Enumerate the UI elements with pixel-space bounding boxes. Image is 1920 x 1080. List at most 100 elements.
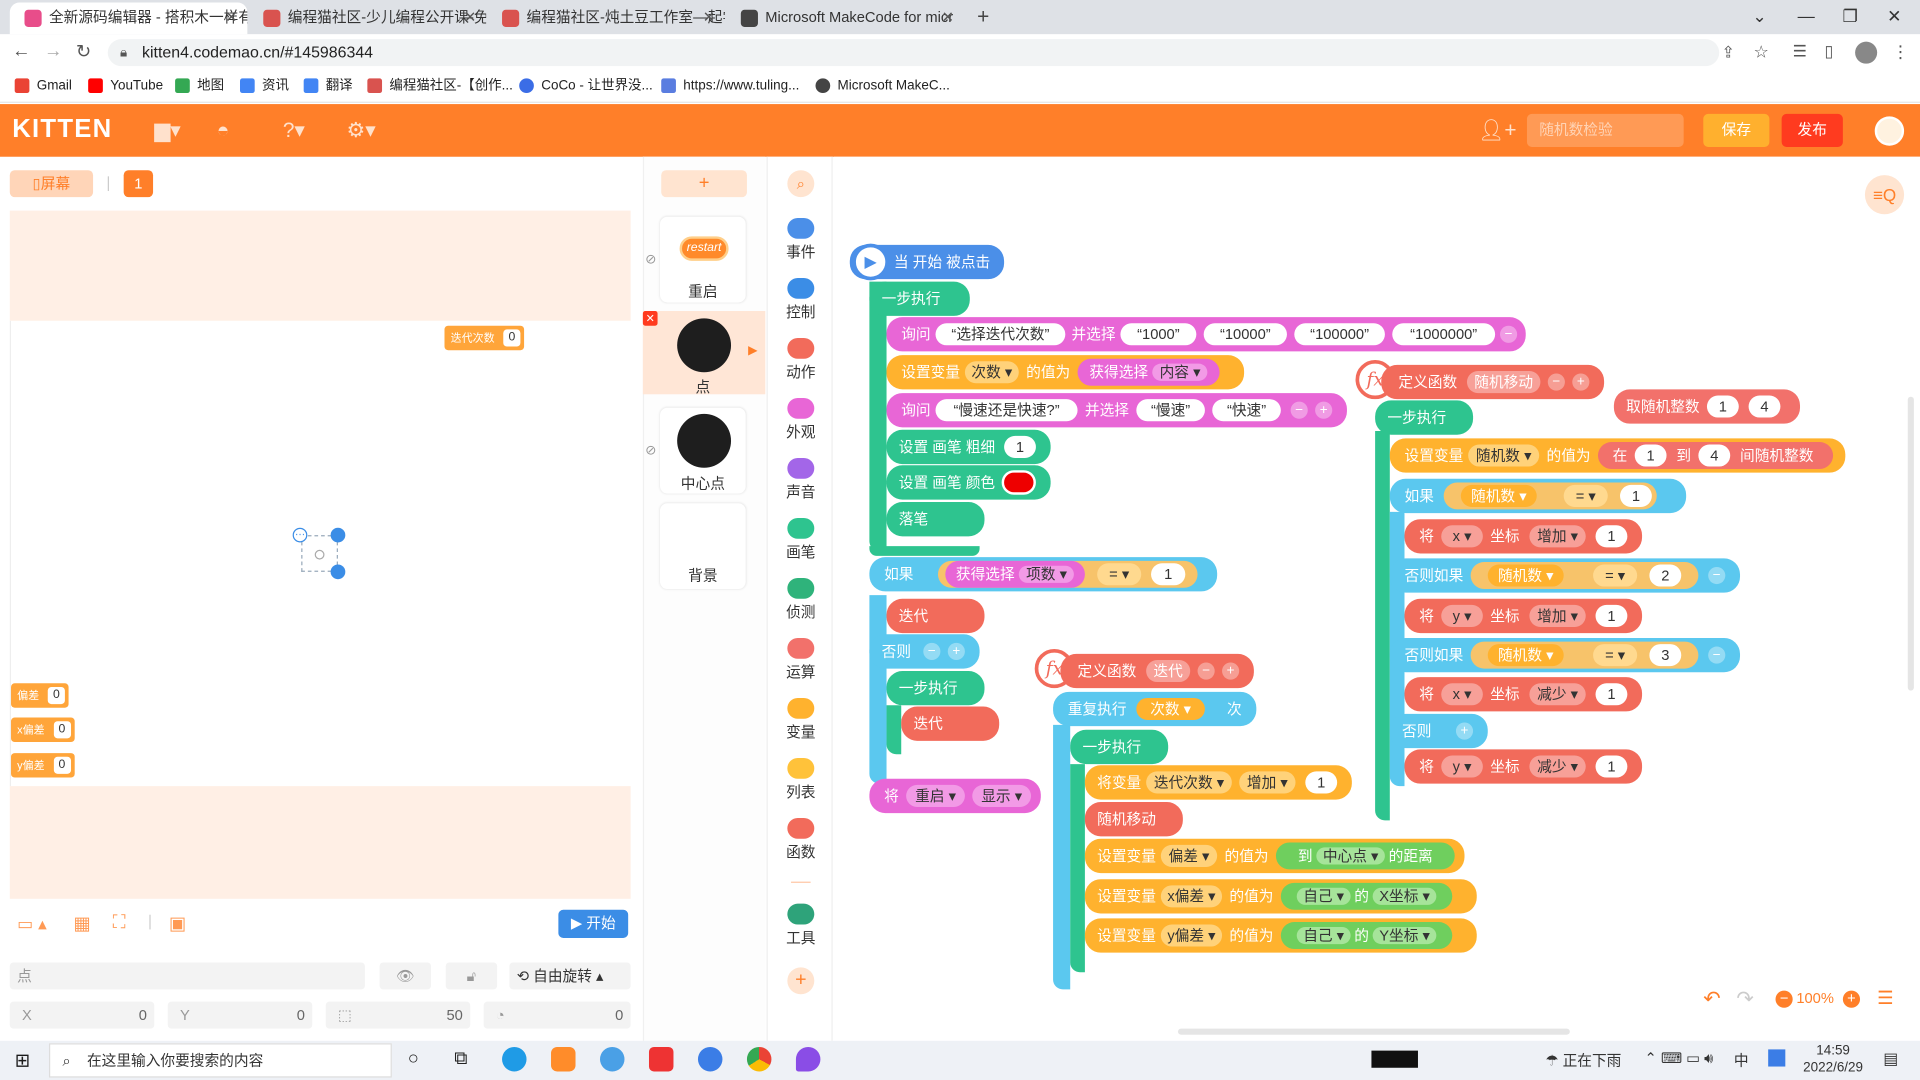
color-swatch[interactable] [1001, 470, 1036, 495]
add-branch-icon[interactable]: + [1455, 722, 1474, 740]
value-input[interactable]: 1 [1595, 525, 1628, 548]
min-input[interactable]: 1 [1634, 444, 1667, 467]
operation-dropdown[interactable]: 增加 ▾ [1529, 525, 1586, 548]
app-icon[interactable] [648, 1046, 674, 1072]
close-tab-icon[interactable]: ✕ [464, 2, 476, 31]
restore-button[interactable]: ❐ [1829, 0, 1871, 34]
bookmark-makecode[interactable]: Microsoft MakeC... [815, 76, 950, 96]
browser-tab[interactable]: Microsoft MakeCode for micr ✕ [726, 2, 964, 34]
bookmark-star-icon[interactable]: ☆ [1753, 42, 1768, 63]
browser-tab[interactable]: 编程猫社区-炖土豆工作室—起学 ✕ [487, 2, 725, 34]
else-block[interactable]: 否则 + [1389, 713, 1488, 749]
settings-gear-icon[interactable]: ⚙▾ [347, 119, 376, 143]
browser-tab[interactable]: 编程猫社区-少儿编程公开课-免费 ✕ [249, 2, 486, 34]
value-input[interactable]: 2 [1649, 564, 1682, 587]
remove-option-icon[interactable]: − [1290, 401, 1308, 419]
set-variable-block[interactable]: 设置变量 随机数 ▾ 的值为 在 1 到 4 间随机整数 [1389, 438, 1846, 473]
sprite-dropdown[interactable]: 自己 ▾ [1297, 926, 1351, 945]
property-dropdown[interactable]: Y坐标 ▾ [1373, 926, 1436, 945]
axis-dropdown[interactable]: y ▾ [1441, 755, 1483, 778]
chrome-app-icon[interactable] [746, 1046, 772, 1072]
edge-app-icon[interactable] [502, 1046, 527, 1072]
remove-branch-icon[interactable]: − [923, 642, 941, 661]
define-function-random-move-block[interactable]: 定义函数 随机移动 − + [1381, 364, 1605, 400]
repeat-block[interactable]: 重复执行 次数 ▾ 次 [1053, 691, 1257, 727]
start-button[interactable]: ▶ 开始 [558, 909, 629, 938]
visibility-dropdown[interactable]: 显示 ▾ [972, 784, 1032, 807]
undo-icon[interactable]: ↶ [1703, 987, 1720, 1011]
remove-param-icon[interactable]: − [1547, 373, 1565, 391]
reload-icon[interactable]: ↻ [76, 40, 91, 63]
project-name-input[interactable]: 随机数检验 [1526, 113, 1684, 147]
fullscreen-icon[interactable]: ⛶ [113, 912, 126, 933]
value-input[interactable]: 1 [1595, 683, 1628, 706]
sprite-name-input[interactable]: 点 [9, 962, 365, 990]
sprite-dropdown[interactable]: 重启 ▾ [906, 784, 965, 807]
bookmark-tuling[interactable]: https://www.tuling... [661, 76, 799, 96]
sprite-property-block[interactable]: 自己 ▾ 的 Y坐标 ▾ [1280, 922, 1453, 949]
browser-tab[interactable]: 全新源码编辑器 - 搭积木一样有趣 ✕ [9, 2, 248, 35]
axis-dropdown[interactable]: x ▾ [1441, 683, 1483, 706]
notification-icon[interactable]: ▤ [1883, 1049, 1898, 1069]
x-position-field[interactable]: X0 [9, 1001, 155, 1029]
category-tools[interactable]: 工具 [779, 903, 823, 948]
sprite-property-block[interactable]: 自己 ▾ 的 X坐标 ▾ [1280, 882, 1453, 910]
value-input[interactable]: 1 [1151, 563, 1186, 586]
variable-monitor[interactable]: 偏差 0 [11, 683, 69, 708]
bookmark-youtube[interactable]: YouTube [88, 76, 163, 96]
variable-reporter[interactable]: 随机数 ▾ [1487, 564, 1564, 587]
step-execute-block[interactable]: 一步执行 [886, 671, 985, 706]
pen-size-block[interactable]: 设置 画笔 粗细 1 [886, 429, 1051, 465]
search-blocks-icon[interactable]: ≡Q [1864, 175, 1905, 215]
app-icon[interactable] [795, 1046, 821, 1072]
tray-icons[interactable]: ⌃ ⌨ ▭ 🔊︎ [1645, 1049, 1714, 1067]
add-param-icon[interactable]: + [1572, 373, 1590, 391]
option-input[interactable]: “1000” [1120, 323, 1197, 346]
bookmark-coco[interactable]: CoCo - 让世界没... [519, 76, 653, 96]
tray-app-icon[interactable] [1371, 1050, 1418, 1068]
axis-dropdown[interactable]: y ▾ [1441, 604, 1483, 627]
operation-dropdown[interactable]: 增加 ▾ [1529, 604, 1586, 627]
sprite-dropdown[interactable]: 自己 ▾ [1297, 887, 1351, 905]
bookmark-maps[interactable]: 地图 [175, 76, 224, 96]
add-param-icon[interactable]: + [1222, 662, 1240, 680]
operator-dropdown[interactable]: = ▾ [1097, 563, 1142, 586]
variable-dropdown[interactable]: 迭代次数 ▾ [1146, 771, 1232, 794]
else-if-block[interactable]: 否则如果 随机数 ▾ = ▾ 3 − [1389, 637, 1741, 673]
operation-dropdown[interactable]: 增加 ▾ [1239, 771, 1296, 794]
hidden-eye-icon[interactable]: ⊘ [645, 442, 656, 458]
variable-dropdown[interactable]: y偏差 ▾ [1160, 924, 1223, 947]
step-execute-block[interactable]: 一步执行 [1375, 400, 1474, 435]
call-iterate-block[interactable]: 迭代 [886, 598, 985, 634]
side-panel-icon[interactable]: ▯ [1825, 42, 1834, 62]
variable-dropdown[interactable]: 随机数 ▾ [1468, 444, 1540, 467]
change-coordinate-block[interactable]: 将 x ▾ 坐标 减少 ▾ 1 [1404, 677, 1643, 712]
set-visibility-block[interactable]: 将 重启 ▾ 显示 ▾ [869, 778, 1041, 814]
variable-monitor[interactable]: 迭代次数 0 [444, 325, 525, 351]
windows-start-icon[interactable]: ⊞ [15, 1049, 30, 1072]
category-event[interactable]: 事件 [779, 217, 823, 262]
function-name[interactable]: 迭代 [1146, 660, 1191, 683]
lock-sprite-icon[interactable]: 🔓︎ [445, 962, 498, 990]
app-icon[interactable] [551, 1046, 576, 1072]
save-button[interactable]: 保存 [1703, 113, 1770, 147]
set-variable-block[interactable]: 设置变量 y偏差 ▾ 的值为 自己 ▾ 的 Y坐标 ▾ [1084, 918, 1477, 953]
variable-dropdown[interactable]: 偏差 ▾ [1160, 844, 1218, 867]
operator-dropdown[interactable]: = ▾ [1593, 644, 1638, 667]
add-collaborator-icon[interactable]: 👤︎+ [1478, 119, 1517, 143]
option-input[interactable]: “1000000” [1392, 323, 1496, 346]
cat-icon[interactable]: ◓ [217, 119, 230, 143]
help-icon[interactable]: ?▾ [283, 119, 305, 143]
expand-arrow-icon[interactable]: ▶ [748, 344, 757, 357]
category-sound[interactable]: 声音 [779, 457, 823, 502]
change-coordinate-block[interactable]: 将 y ▾ 坐标 减少 ▾ 1 [1404, 749, 1643, 784]
change-variable-block[interactable]: 将变量 迭代次数 ▾ 增加 ▾ 1 [1084, 765, 1352, 800]
forward-icon[interactable]: → [44, 40, 62, 61]
define-function-iterate-block[interactable]: 定义函数 迭代 − + [1060, 653, 1254, 689]
operation-dropdown[interactable]: 减少 ▾ [1529, 683, 1586, 706]
step-execute-block[interactable]: 一步执行 [1070, 729, 1169, 765]
distance-to-block[interactable]: 到 中心点 ▾ 的距离 [1275, 842, 1455, 870]
close-tab-icon[interactable]: ✕ [225, 2, 237, 31]
input-language[interactable]: 中 [1734, 1049, 1749, 1070]
stage-size-icon[interactable]: ▭ ▴ [17, 913, 47, 934]
